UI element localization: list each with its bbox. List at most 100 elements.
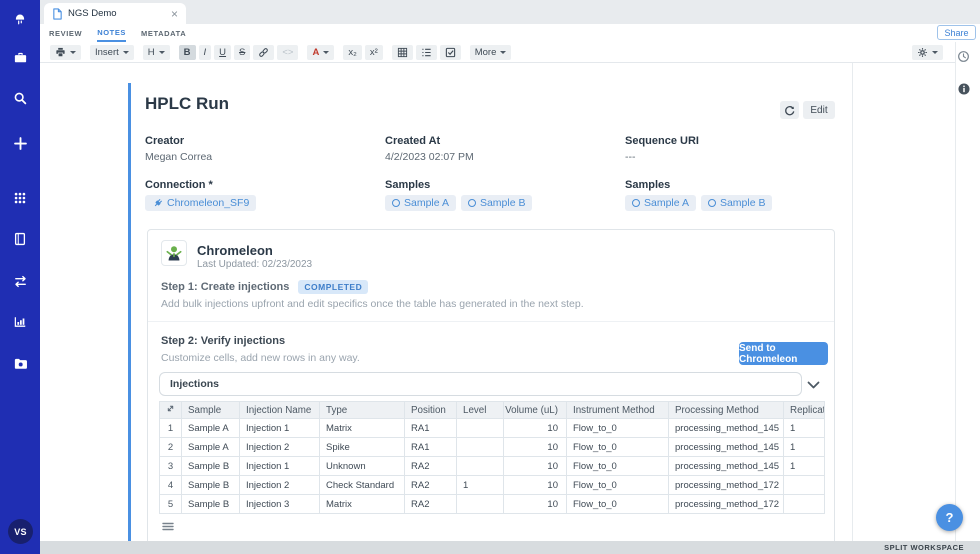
link-button[interactable] [253,45,274,60]
bold-button[interactable]: B [179,45,196,60]
cell-processing-method[interactable]: processing_method_145 [669,419,784,438]
cell-level[interactable] [457,457,504,476]
injections-table[interactable]: Sample Injection Name Type Position Leve… [159,401,825,514]
cell-volume[interactable]: 10 [504,438,567,457]
cell-replicate[interactable] [784,476,825,495]
cell-injection-name[interactable]: Injection 3 [240,495,320,514]
help-button[interactable]: ? [936,504,963,531]
cell-processing-method[interactable]: processing_method_145 [669,438,784,457]
cell-replicate[interactable] [784,495,825,514]
cell-processing-method[interactable]: processing_method_172 [669,476,784,495]
cell-sample[interactable]: Sample B [182,457,240,476]
cell-type[interactable]: Unknown [320,457,405,476]
col-header-instrument-method[interactable]: Instrument Method [567,402,669,419]
sample-chip[interactable]: Sample A [625,195,696,211]
analytics-chart-icon[interactable] [0,310,40,334]
refresh-button[interactable] [780,101,799,119]
sample-chip[interactable]: Sample B [461,195,533,211]
cell-level[interactable]: 1 [457,476,504,495]
table-row[interactable]: 3 Sample B Injection 1 Unknown RA2 10 Fl… [160,457,825,476]
col-header-position[interactable]: Position [405,402,457,419]
notebook-icon[interactable] [0,227,40,251]
cell-injection-name[interactable]: Injection 1 [240,419,320,438]
cell-type[interactable]: Spike [320,438,405,457]
cell-instrument-method[interactable]: Flow_to_0 [567,476,669,495]
cell-type[interactable]: Matrix [320,495,405,514]
cell-replicate[interactable]: 1 [784,419,825,438]
info-icon[interactable] [958,82,970,100]
settings-button[interactable] [912,45,943,60]
apps-grid-icon[interactable] [0,186,40,210]
create-plus-icon[interactable] [0,131,40,155]
cell-instrument-method[interactable]: Flow_to_0 [567,419,669,438]
share-button[interactable]: Share [937,25,976,40]
chevron-down-icon[interactable] [807,377,820,395]
col-header-replicate[interactable]: Replicate [784,402,825,419]
col-header-injection-name[interactable]: Injection Name [240,402,320,419]
cell-volume[interactable]: 10 [504,476,567,495]
history-clock-icon[interactable] [957,50,970,68]
cell-instrument-method[interactable]: Flow_to_0 [567,457,669,476]
tab-review[interactable]: REVIEW [49,24,82,42]
benchling-logo-icon[interactable] [0,8,40,32]
superscript-button[interactable]: x² [365,45,383,60]
col-header-level[interactable]: Level [457,402,504,419]
text-color-button[interactable]: A [307,45,334,60]
print-button[interactable] [50,45,81,60]
strikethrough-button[interactable]: S [234,45,250,60]
cell-level[interactable] [457,419,504,438]
cell-position[interactable]: RA2 [405,495,457,514]
media-folder-icon[interactable] [0,351,40,375]
cell-type[interactable]: Check Standard [320,476,405,495]
table-row[interactable]: 1 Sample A Injection 1 Matrix RA1 10 Flo… [160,419,825,438]
cell-replicate[interactable]: 1 [784,457,825,476]
heading-button[interactable]: H [143,45,170,60]
cell-position[interactable]: RA2 [405,476,457,495]
edit-button[interactable]: Edit [803,101,835,119]
send-to-chromeleon-button[interactable]: Send to Chromeleon [739,342,828,365]
tab-metadata[interactable]: METADATA [141,24,186,42]
table-row[interactable]: 5 Sample B Injection 3 Matrix RA2 10 Flo… [160,495,825,514]
cell-level[interactable] [457,495,504,514]
table-row[interactable]: 2 Sample A Injection 2 Spike RA1 10 Flow… [160,438,825,457]
search-icon[interactable] [0,86,40,110]
add-row-handle-icon[interactable] [162,518,174,536]
cell-processing-method[interactable]: processing_method_145 [669,457,784,476]
workflow-icon[interactable] [0,269,40,293]
entry-tab[interactable]: NGS Demo × [44,3,186,24]
code-button[interactable]: <> [277,45,298,60]
checklist-button[interactable] [440,45,461,60]
col-header-sample[interactable]: Sample [182,402,240,419]
table-row[interactable]: 4 Sample B Injection 2 Check Standard RA… [160,476,825,495]
insert-button[interactable]: Insert [90,45,134,60]
connection-chip[interactable]: Chromeleon_SF9 [145,195,256,211]
italic-button[interactable]: I [199,45,212,60]
cell-injection-name[interactable]: Injection 2 [240,438,320,457]
cell-position[interactable]: RA1 [405,438,457,457]
cell-volume[interactable]: 10 [504,419,567,438]
underline-button[interactable]: U [214,45,231,60]
cell-processing-method[interactable]: processing_method_172 [669,495,784,514]
cell-replicate[interactable]: 1 [784,438,825,457]
cell-volume[interactable]: 10 [504,457,567,476]
sample-chip[interactable]: Sample B [701,195,773,211]
tab-notes[interactable]: NOTES [97,24,126,42]
col-header-volume[interactable]: Volume (uL) [504,402,567,419]
sample-chip[interactable]: Sample A [385,195,456,211]
cell-volume[interactable]: 10 [504,495,567,514]
cell-sample[interactable]: Sample B [182,476,240,495]
cell-type[interactable]: Matrix [320,419,405,438]
cell-injection-name[interactable]: Injection 1 [240,457,320,476]
user-avatar[interactable]: VS [8,519,33,544]
insert-table-button[interactable] [392,45,413,60]
table-corner-cell[interactable] [160,402,182,419]
cell-sample[interactable]: Sample A [182,419,240,438]
projects-briefcase-icon[interactable] [0,46,40,70]
split-workspace-label[interactable]: SPLIT WORKSPACE [884,543,964,552]
col-header-type[interactable]: Type [320,402,405,419]
col-header-processing-method[interactable]: Processing Method [669,402,784,419]
more-button[interactable]: More [470,45,512,60]
cell-instrument-method[interactable]: Flow_to_0 [567,438,669,457]
injections-section-header[interactable]: Injections [159,372,802,396]
cell-injection-name[interactable]: Injection 2 [240,476,320,495]
